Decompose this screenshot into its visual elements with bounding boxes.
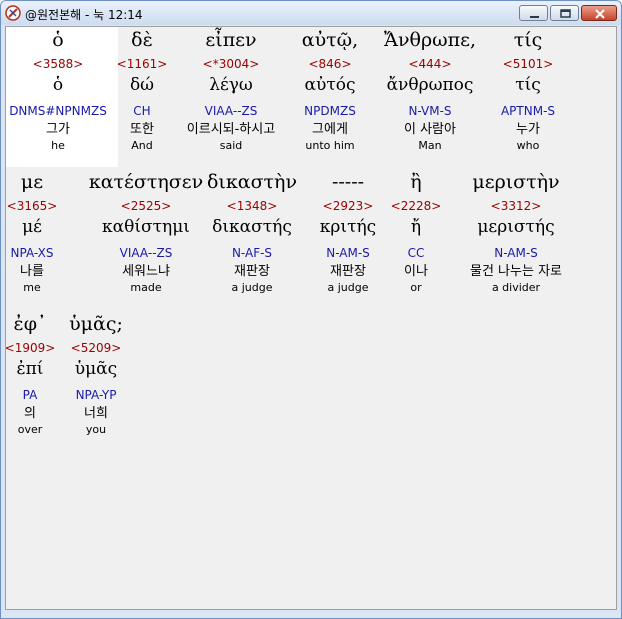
greek-word: με: [20, 171, 44, 193]
interlinear-panel[interactable]: ὁ <3588> ὁ DNMS#NPNMZS 그가 he δὲ <1161> δώ CH 또한 And…: [5, 26, 617, 610]
morphology-code: VIAA--ZS: [119, 246, 173, 260]
morphology-code: NPA-XS: [10, 246, 54, 260]
korean-gloss: 누가: [516, 122, 540, 137]
korean-gloss: 세워느냐: [122, 264, 170, 279]
lemma: καθίστημι: [102, 217, 190, 237]
morphology-code: APTNM-S: [500, 104, 556, 118]
greek-word: τίς: [513, 29, 543, 51]
title-bar[interactable]: @원전본해 - 눅 12:14: [1, 1, 621, 25]
greek-word: κατέστησεν: [88, 171, 204, 193]
minimize-icon: [530, 16, 539, 18]
morphology-code: N-AM-S: [494, 246, 538, 260]
lemma: μεριστής: [477, 217, 555, 237]
greek-word: μεριστὴν: [472, 171, 560, 193]
english-gloss: a divider: [491, 281, 541, 294]
strongs-number[interactable]: <2525>: [86, 197, 206, 217]
english-gloss: you: [85, 423, 107, 436]
lemma: τίς: [515, 75, 541, 95]
strongs-number[interactable]: <5209>: [36, 339, 156, 359]
word-cell[interactable]: με <3165> μέ NPA-XS 나를 me: [6, 171, 92, 296]
strongs-number[interactable]: <3312>: [456, 197, 576, 217]
lemma: ὑμᾶς: [74, 359, 118, 379]
close-icon: [595, 9, 605, 19]
korean-gloss: 너희: [84, 406, 108, 421]
english-gloss: made: [130, 281, 162, 294]
word-cell[interactable]: μεριστὴν <3312> μεριστής N-AM-S 물건 나누는 자로 a d…: [456, 173, 576, 296]
english-gloss: who: [516, 139, 540, 152]
main-window: @원전본해 - 눅 12:14 ὁ <3588> ὁ DNMS#NPNMZS 그가 he δ…: [0, 0, 622, 619]
korean-gloss: 나를: [20, 264, 44, 279]
morphology-code: NPA-YP: [75, 388, 117, 402]
word-cell[interactable]: κατέστησεν <2525> καθίστημι VIAA--ZS 세워느냐 mad…: [86, 173, 206, 296]
greek-word: ὑμᾶς;: [69, 313, 123, 335]
word-cell[interactable]: ὑμᾶς; <5209> ὑμᾶς NPA-YP 너희 you: [36, 315, 156, 438]
strongs-number[interactable]: <3165>: [6, 197, 92, 217]
app-icon: [5, 5, 21, 21]
window-title: @원전본해 - 눅 12:14: [25, 8, 143, 22]
maximize-icon: [560, 9, 571, 18]
word-cell[interactable]: τίς <5101> τίς APTNM-S 누가 who: [468, 31, 588, 154]
minimize-button[interactable]: [519, 5, 548, 21]
korean-gloss: 물건 나누는 자로: [470, 264, 562, 279]
maximize-button[interactable]: [550, 5, 579, 21]
close-button[interactable]: [581, 5, 617, 21]
lemma: μέ: [22, 217, 42, 237]
strongs-number[interactable]: <5101>: [468, 55, 588, 75]
english-gloss: me: [23, 281, 41, 294]
